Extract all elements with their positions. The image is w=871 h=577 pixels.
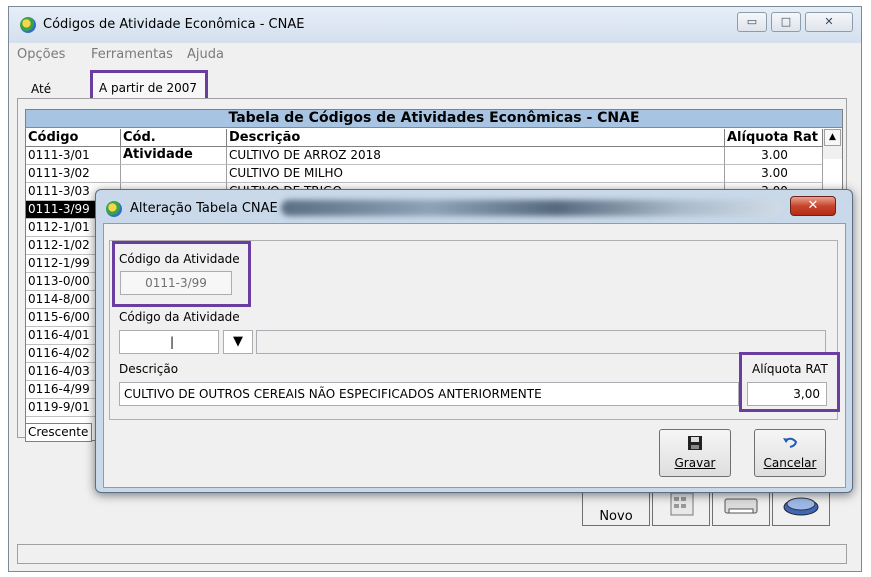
minimize-button[interactable]: ▭: [737, 12, 767, 32]
gravar-label: Gravar: [674, 456, 716, 470]
novo-label: Novo: [599, 509, 633, 524]
codigo-atividade-label-2: Código da Atividade: [119, 310, 240, 324]
title-bar: Códigos de Atividade Econômica - CNAE ▭ …: [9, 7, 861, 43]
atividade-description-field: [256, 330, 826, 354]
window-title: Códigos de Atividade Econômica - CNAE: [43, 17, 305, 32]
table-row[interactable]: 0111-3/02 CULTIVO DE MILHO 3.00: [26, 165, 823, 183]
menu-ajuda[interactable]: Ajuda: [187, 47, 224, 62]
table-row[interactable]: 0111-3/01 CULTIVO DE ARROZ 2018 3.00: [26, 147, 823, 165]
sort-order-label[interactable]: Crescente: [25, 423, 92, 442]
table-cell-aliquota: 3.00: [725, 147, 823, 165]
dialog-body: Código da Atividade 0111-3/99 Código da …: [103, 223, 846, 488]
table-cell-aliquota: 3.00: [725, 165, 823, 183]
table-cell-atividade: [121, 147, 227, 165]
column-header-descricao[interactable]: Descrição: [227, 129, 725, 147]
vertical-scrollbar[interactable]: ▲: [823, 129, 842, 159]
table-cell-codigo: 0111-3/02: [26, 165, 121, 183]
cancelar-label: Cancelar: [763, 456, 817, 470]
table-cell-descricao: CULTIVO DE ARROZ 2018: [227, 147, 725, 165]
novo-button[interactable]: Novo: [582, 488, 650, 526]
aliquota-input[interactable]: 3,00: [747, 382, 827, 406]
dialog-app-icon: [106, 201, 122, 217]
dialog-title: Alteração Tabela CNAE: [130, 201, 278, 216]
app-icon: [20, 17, 36, 33]
undo-icon: [783, 437, 798, 448]
close-button[interactable]: ✕: [805, 12, 853, 32]
descricao-label: Descrição: [119, 362, 179, 376]
disk-icon: [783, 497, 819, 516]
menu-bar: Opções Ferramentas Ajuda: [9, 43, 861, 65]
codigo-atividade-label: Código da Atividade: [119, 252, 240, 266]
alteracao-dialog: Alteração Tabela CNAE ✕ Código da Ativid…: [95, 189, 853, 493]
maximize-button[interactable]: □: [771, 12, 801, 32]
codigo-atividade-readonly: 0111-3/99: [120, 271, 232, 295]
codigo-atividade-input[interactable]: |: [119, 330, 219, 354]
dropdown-button[interactable]: ▼: [223, 330, 253, 354]
scroll-up-icon[interactable]: ▲: [824, 129, 841, 146]
dialog-title-bar: Alteração Tabela CNAE ✕: [96, 190, 852, 224]
table-cell-codigo: 0111-3/01: [26, 147, 121, 165]
dialog-close-button[interactable]: ✕: [790, 196, 836, 216]
cancelar-button[interactable]: Cancelar: [754, 429, 826, 477]
descricao-input[interactable]: CULTIVO DE OUTROS CEREAIS NÃO ESPECIFICA…: [119, 382, 739, 406]
menu-ferramentas[interactable]: Ferramentas: [91, 47, 173, 62]
column-header-aliquota[interactable]: Alíquota Rat: [725, 129, 823, 147]
status-bar: [17, 544, 847, 564]
aliquota-label: Alíquota RAT: [752, 362, 828, 376]
gravar-button[interactable]: Gravar: [659, 429, 731, 477]
exit-button[interactable]: [772, 488, 830, 526]
column-header-codigo[interactable]: Código: [26, 129, 121, 147]
redacted-region: [281, 200, 781, 216]
column-header-cod-atividade[interactable]: Cód. Atividade: [121, 129, 227, 162]
printer-icon: [724, 498, 758, 514]
table-caption: Tabela de Códigos de Atividades Econômic…: [26, 110, 842, 128]
calculator-icon: [670, 492, 694, 516]
calculator-button[interactable]: [652, 488, 710, 526]
table-cell-atividade: [121, 165, 227, 183]
table-cell-descricao: CULTIVO DE MILHO: [227, 165, 725, 183]
print-button[interactable]: [712, 488, 770, 526]
menu-opcoes[interactable]: Opções: [17, 47, 65, 62]
floppy-disk-icon: [688, 436, 702, 450]
